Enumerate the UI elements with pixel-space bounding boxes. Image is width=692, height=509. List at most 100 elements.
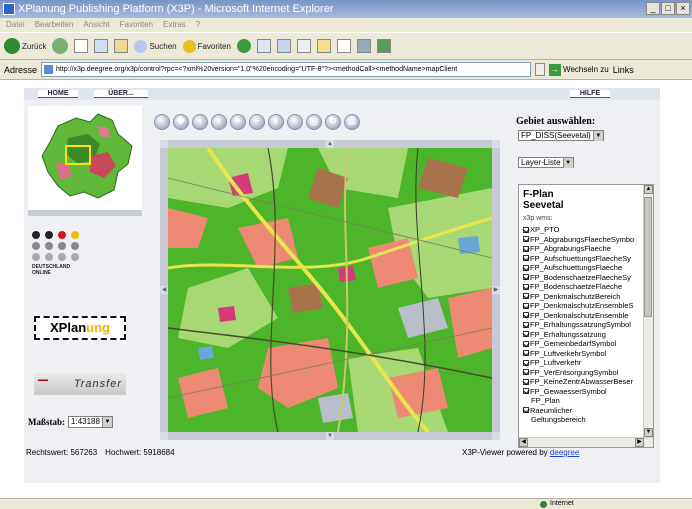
refresh-map-tool[interactable]: ↻	[325, 114, 341, 130]
scroll-right-icon[interactable]: ▶	[635, 438, 644, 447]
layer-checkbox[interactable]	[523, 293, 529, 300]
layer-checkbox[interactable]	[523, 264, 529, 271]
refresh-icon[interactable]	[94, 39, 109, 53]
print-icon[interactable]	[296, 39, 311, 53]
pan-south-icon[interactable]: ▼	[326, 432, 334, 440]
layer-item[interactable]: FP_GewaesserSymbol	[523, 387, 643, 397]
back-button[interactable]: Zurück	[4, 38, 46, 54]
zoom-in-tool[interactable]: +	[230, 114, 246, 130]
layer-checkbox[interactable]	[523, 369, 529, 376]
layer-checkbox[interactable]	[523, 236, 529, 243]
layer-checkbox[interactable]	[523, 283, 529, 290]
layer-checkbox[interactable]	[523, 274, 529, 281]
scroll-thumb[interactable]	[644, 197, 652, 317]
layer-item[interactable]: FP_GemeinbedarfSymbol	[523, 339, 643, 349]
nav-about-link[interactable]: ÜBER...	[94, 90, 148, 98]
discuss-icon[interactable]	[376, 39, 391, 53]
full-extent-tool[interactable]: ◦	[154, 114, 170, 130]
layer-item[interactable]: Raeumlicher	[523, 406, 643, 416]
minimize-button[interactable]: _	[646, 2, 660, 15]
layer-checkbox[interactable]	[523, 350, 529, 357]
mail-icon[interactable]	[276, 39, 291, 53]
pan-southeast-icon[interactable]	[492, 432, 500, 440]
layer-checkbox[interactable]	[523, 340, 529, 347]
layer-item[interactable]: FP_Luftverkehr	[523, 358, 643, 368]
layer-list-select[interactable]: Layer-Liste ▼	[518, 157, 574, 168]
layer-vertical-scrollbar[interactable]: ▲ ▼	[643, 185, 653, 437]
area-select[interactable]: FP_DISS(Seevetal) ▼	[518, 130, 604, 141]
layer-item[interactable]: FP_AufschuettungsFlaecheSy	[523, 254, 643, 264]
measure-tool[interactable]: ◌	[287, 114, 303, 130]
layer-checkbox[interactable]	[523, 359, 529, 366]
layer-horizontal-scrollbar[interactable]: ◀ ▶	[519, 437, 653, 447]
address-dropdown-icon[interactable]	[535, 63, 546, 76]
layer-checkbox[interactable]	[523, 245, 529, 252]
zoom-forward-tool[interactable]: ›	[211, 114, 227, 130]
layer-checkbox[interactable]	[523, 407, 529, 414]
layer-checkbox[interactable]	[523, 331, 529, 338]
layer-item[interactable]: FP_DenkmalschutzBereich	[523, 292, 643, 302]
menu-item[interactable]: ?	[196, 18, 200, 32]
menu-item[interactable]: Favoriten	[120, 18, 153, 32]
pan-west-icon[interactable]: ◀	[160, 286, 168, 294]
layer-checkbox[interactable]	[523, 226, 529, 233]
nav-home-link[interactable]: HOME	[38, 90, 78, 98]
history-icon[interactable]	[256, 39, 271, 53]
layer-checkbox[interactable]	[523, 302, 529, 309]
pan-northeast-icon[interactable]	[492, 140, 500, 148]
nav-help-link[interactable]: HILFE	[570, 90, 610, 98]
layer-item[interactable]: FP_AbgrabungsFlaeche	[523, 244, 643, 254]
address-input[interactable]: http://x3p.deegree.org/x3p/control?rpc=<…	[41, 62, 532, 77]
scroll-left-icon[interactable]: ◀	[519, 438, 528, 447]
layer-item[interactable]: FP_KeineZentrAbwasserBeser	[523, 377, 643, 387]
menu-item[interactable]: Ansicht	[83, 18, 109, 32]
layer-item[interactable]: FP_LuftverkehrSymbol	[523, 349, 643, 359]
scale-select[interactable]: 1:43188 ▼	[68, 416, 113, 428]
menu-item[interactable]: Datei	[6, 18, 25, 32]
layer-checkbox[interactable]	[523, 321, 529, 328]
links-button[interactable]: Links	[613, 65, 634, 75]
layer-item[interactable]: FP_DenkmalschutzEnsembleS	[523, 301, 643, 311]
pan-northwest-icon[interactable]	[160, 140, 168, 148]
scroll-up-icon[interactable]: ▲	[644, 185, 653, 194]
go-button[interactable]: → Wechseln zu	[549, 63, 609, 76]
search-button[interactable]: Suchen	[134, 39, 177, 53]
overview-map[interactable]	[28, 106, 142, 216]
zoom-out-tool[interactable]: −	[249, 114, 265, 130]
zoom-back-tool[interactable]: ‹	[192, 114, 208, 130]
favorites-button[interactable]: Favoriten	[182, 39, 231, 53]
layer-item[interactable]: FP_AufschuettungsFlaeche	[523, 263, 643, 273]
pan-north-icon[interactable]: ▲	[326, 140, 334, 148]
layer-checkbox[interactable]	[523, 255, 529, 262]
menu-item[interactable]: Extras	[163, 18, 186, 32]
edit-icon[interactable]	[336, 39, 351, 53]
stop-icon[interactable]	[74, 39, 89, 53]
layer-checkbox[interactable]	[523, 378, 529, 385]
layer-item[interactable]: FP_VerEntsorgungSymbol	[523, 368, 643, 378]
maximize-button[interactable]: □	[661, 2, 675, 15]
layer-item[interactable]: FP_ErhaltungssatzungSymbol	[523, 320, 643, 330]
home-icon[interactable]	[114, 39, 129, 53]
messenger-icon[interactable]	[356, 39, 371, 53]
recenter-tool[interactable]: ◎	[306, 114, 322, 130]
layer-checkbox[interactable]	[523, 312, 529, 319]
layer-item[interactable]: FP_DenkmalschutzEnsemble	[523, 311, 643, 321]
layer-item[interactable]: FP_AbgrabungsFlaecheSymbo	[523, 235, 643, 245]
close-button[interactable]: ×	[676, 2, 690, 15]
info-tool[interactable]: i	[268, 114, 284, 130]
deegree-link[interactable]: deegree	[550, 448, 579, 457]
print-map-tool[interactable]: ⎙	[344, 114, 360, 130]
layer-item[interactable]: FP_BodenschaetzeFlaeche	[523, 282, 643, 292]
layer-item[interactable]: FP_BodenschaetzeFlaecheSy	[523, 273, 643, 283]
media-icon[interactable]	[236, 39, 251, 53]
main-map[interactable]	[168, 148, 492, 432]
pan-tool[interactable]: ✥	[173, 114, 189, 130]
folder-icon[interactable]	[316, 39, 331, 53]
layer-item[interactable]: FP_Erhaltungssatzung	[523, 330, 643, 340]
pan-southwest-icon[interactable]	[160, 432, 168, 440]
pan-east-icon[interactable]: ▶	[492, 286, 500, 294]
layer-item[interactable]: XP_PTO	[523, 225, 643, 235]
scroll-down-icon[interactable]: ▼	[644, 428, 653, 437]
menu-item[interactable]: Bearbeiten	[35, 18, 74, 32]
forward-button[interactable]	[52, 38, 69, 54]
